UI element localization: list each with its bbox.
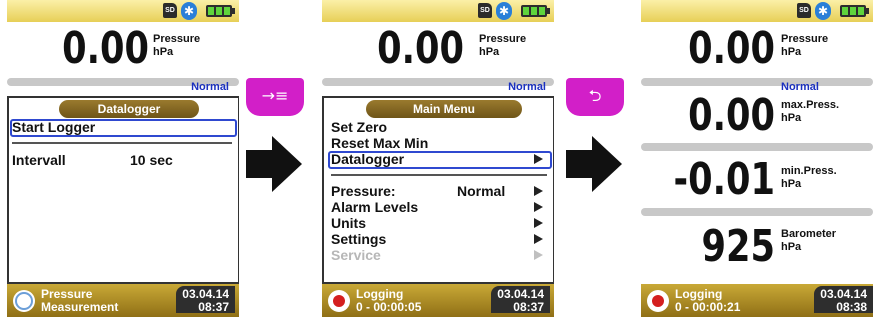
footer-status: Pressure Measurement [41,288,118,314]
datetime: 03.04.14 08:37 [491,286,550,314]
footer-status: Logging 0 - 00:00:21 [675,288,740,314]
min-pressure-value: -0.01 [673,154,775,205]
menu-item-service: Service [331,247,381,263]
pressure-mode: Normal [781,81,819,93]
status-bar: SD ✱ [7,0,239,22]
battery-icon [206,5,235,17]
enter-menu-key[interactable]: →≡ [246,78,304,116]
menu-item-datalogger[interactable]: Datalogger [331,151,404,167]
gauge-icon [13,290,35,312]
menu-item-settings[interactable]: Settings [331,231,386,247]
submenu-arrow-icon [534,250,543,260]
footer-time: 08:37 [513,300,544,314]
status-bar: SD ✱ [322,0,554,22]
submenu-arrow-icon [534,186,543,196]
enter-menu-icon: →≡ [261,86,289,105]
footer-bar: Pressure Measurement 03.04.14 08:37 [7,284,239,317]
footer-bar: Logging 0 - 00:00:05 03.04.14 08:37 [322,284,554,317]
barometer-label: Barometer [781,228,837,240]
min-pressure-unit: hPa [781,178,802,190]
footer-time: 08:38 [836,300,867,314]
pressure-mode: Normal [508,81,546,93]
pressure-label: Pressure [479,33,527,45]
pressure-label: Pressure [781,33,829,45]
max-pressure-unit: hPa [781,112,802,124]
main-menu: Main Menu Set Zero Reset Max Min Datalog… [322,96,554,284]
pressure-value: 0.00 [688,23,775,74]
reading-divider [641,143,873,151]
bluetooth-icon: ✱ [181,2,197,20]
menu-title: Main Menu [366,100,522,118]
submenu-arrow-icon [534,202,543,212]
menu-title: Datalogger [59,100,199,118]
datetime: 03.04.14 08:38 [814,286,873,314]
menu-item-set-zero[interactable]: Set Zero [331,119,387,135]
pressure-value: 0.00 [377,23,464,74]
min-pressure-label: min.Press. [781,165,837,177]
footer-time: 08:37 [198,300,229,314]
datetime: 03.04.14 08:37 [176,286,235,314]
max-pressure-value: 0.00 [688,90,775,141]
menu-item-reset-max-min[interactable]: Reset Max Min [331,135,428,151]
menu-item-intervall[interactable]: Intervall [12,152,66,168]
submenu-arrow-icon [534,154,543,164]
pressure-mode-value: Normal [457,183,506,199]
record-icon [328,290,350,312]
pressure-mode: Normal [191,81,229,93]
menu-item-alarm-levels[interactable]: Alarm Levels [331,199,418,215]
sd-card-icon: SD [163,3,177,18]
footer-line2: 0 - 00:00:21 [675,300,741,314]
menu-divider [331,174,547,176]
footer-line2: 0 - 00:00:05 [356,300,422,314]
barometer-unit: hPa [781,241,802,253]
menu-divider [12,142,232,144]
menu-item-pressure[interactable]: Pressure: [331,183,396,199]
bluetooth-icon: ✱ [496,2,512,20]
record-icon [647,290,669,312]
pressure-unit: hPa [153,46,174,58]
menu-item-units[interactable]: Units [331,215,366,231]
reading-divider [641,208,873,216]
screen-datalogger: SD ✱ 0.00 Pressure hPa Normal Datalogger… [7,0,239,317]
battery-icon [840,5,869,17]
submenu-arrow-icon [534,234,543,244]
pressure-unit: hPa [781,46,802,58]
pressure-value: 0.00 [62,23,149,74]
back-icon: ⮌ [588,86,602,105]
menu-item-start-logger[interactable]: Start Logger [12,119,95,135]
footer-line2: Measurement [41,300,119,314]
datalogger-menu: Datalogger Start Logger Intervall 10 sec [7,96,239,284]
bluetooth-icon: ✱ [815,2,831,20]
submenu-arrow-icon [534,218,543,228]
pressure-unit: hPa [479,46,500,58]
sd-card-icon: SD [797,3,811,18]
back-key[interactable]: ⮌ [566,78,624,116]
sd-card-icon: SD [478,3,492,18]
battery-icon [521,5,550,17]
footer-bar: Logging 0 - 00:00:21 03.04.14 08:38 [641,284,873,317]
pressure-label: Pressure [153,33,201,45]
status-bar: SD ✱ [641,0,873,22]
intervall-value: 10 sec [130,152,173,168]
footer-status: Logging 0 - 00:00:05 [356,288,421,314]
max-pressure-label: max.Press. [781,99,840,111]
reading-divider [641,78,873,86]
screen-readings: SD ✱ 0.00 Pressure hPa Normal 0.00 max.P… [641,0,873,317]
barometer-value: 925 [701,221,775,272]
screen-main-menu: SD ✱ 0.00 Pressure hPa Normal Main Menu … [322,0,554,317]
